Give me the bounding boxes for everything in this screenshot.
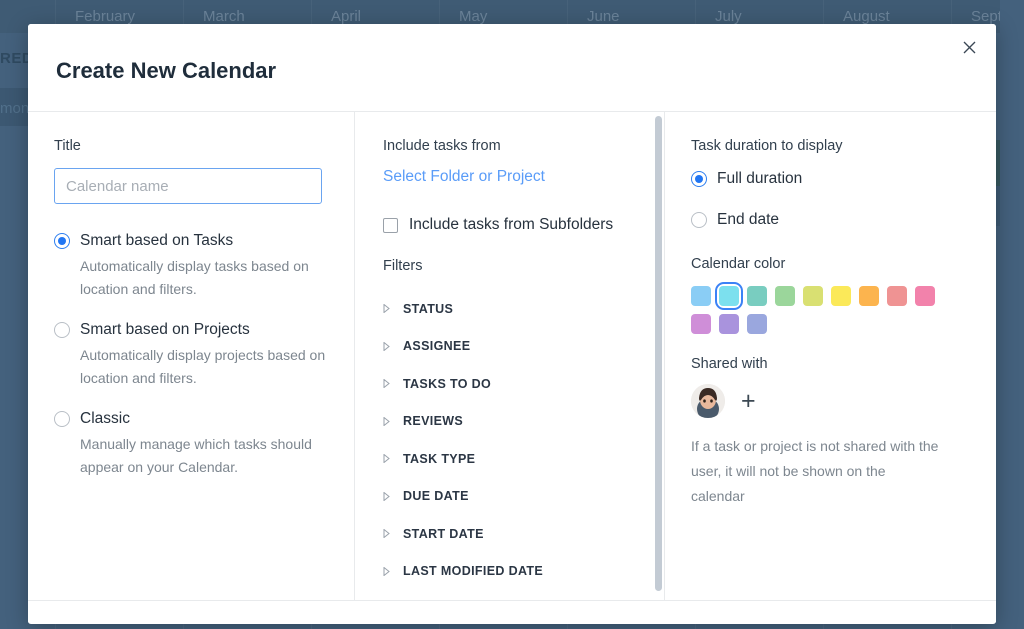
radio-icon[interactable] [691,212,707,228]
filter-row-assignee[interactable]: ASSIGNEE [383,328,638,366]
chevron-right-icon[interactable] [383,528,392,539]
color-swatch-0[interactable] [691,286,711,306]
task-duration-option-1[interactable]: End date [691,209,970,230]
filter-row-tasks-to-do[interactable]: TASKS TO DO [383,365,638,403]
close-icon[interactable] [956,34,982,60]
task-duration-option-0[interactable]: Full duration [691,168,970,189]
color-swatch-1[interactable] [715,282,743,310]
color-swatch-fill[interactable] [831,286,851,306]
color-swatch-fill[interactable] [747,286,767,306]
sharing-hint-text: If a task or project is not shared with … [691,438,939,504]
task-duration-radio-group: Full duration End date [691,168,970,230]
filter-row-status[interactable]: STATUS [383,290,638,328]
calendar-type-option-0[interactable]: Smart based on Tasks [54,230,328,251]
background-right-edge [1000,0,1024,629]
filter-row-due-date[interactable]: DUE DATE [383,478,638,516]
color-swatch-9[interactable] [691,314,711,334]
color-swatch-2[interactable] [747,286,767,306]
calendar-type-option-label: Classic [80,410,130,427]
include-subfolders-checkbox-row[interactable]: Include tasks from Subfolders [383,216,638,234]
calendar-type-option-description: Automatically display projects based on … [80,347,326,386]
chevron-right-icon[interactable] [383,491,392,502]
calendar-type-option-1[interactable]: Smart based on Projects [54,319,328,340]
shared-with-label: Shared with [691,356,768,372]
color-swatch-fill[interactable] [691,286,711,306]
color-swatch-5[interactable] [831,286,851,306]
color-swatch-4[interactable] [803,286,823,306]
color-swatch-fill[interactable] [803,286,823,306]
calendar-type-option-label: Smart based on Projects [80,321,250,338]
calendar-type-option-description: Manually manage which tasks should appea… [80,436,312,475]
chevron-right-icon[interactable] [383,341,392,352]
color-swatch-fill[interactable] [915,286,935,306]
color-swatch-11[interactable] [747,314,767,334]
include-tasks-panel: Include tasks from Select Folder or Proj… [355,112,665,600]
filters-scrollbar-track[interactable] [654,116,664,596]
select-folder-or-project-link[interactable]: Select Folder or Project [383,168,545,186]
radio-selected-icon[interactable] [691,171,707,187]
create-calendar-modal: Create New Calendar Title Smart based on… [28,24,996,624]
color-swatch-fill[interactable] [775,286,795,306]
color-swatch-fill[interactable] [719,286,739,306]
color-swatch-3[interactable] [775,286,795,306]
filter-label: ASSIGNEE [403,339,471,354]
radio-selected-icon[interactable] [54,233,70,249]
filter-row-last-modified-date[interactable]: LAST MODIFIED DATE [383,553,638,591]
title-label: Title [54,138,81,154]
background-mon-label: mon [0,100,30,117]
color-swatch-fill[interactable] [859,286,879,306]
color-swatch-fill[interactable] [691,314,711,334]
color-swatch-fill[interactable] [719,314,739,334]
calendar-color-label: Calendar color [691,256,786,272]
calendar-type-option-description: Automatically display tasks based on loc… [80,258,309,297]
color-swatch-7[interactable] [887,286,907,306]
calendar-type-option-label: Smart based on Tasks [80,232,234,249]
calendar-color-grid [691,282,953,334]
include-subfolders-label: Include tasks from Subfolders [409,216,614,233]
include-subfolders-checkbox[interactable] [383,217,398,233]
display-settings-panel: Task duration to display Full duration En… [665,112,996,600]
filter-row-task-type[interactable]: TASK TYPE [383,440,638,478]
calendar-name-input[interactable] [54,168,322,204]
color-swatch-10[interactable] [719,314,739,334]
task-duration-label: Task duration to display [691,138,843,154]
modal-body: Title Smart based on Tasks Automatically … [28,112,996,600]
filter-label: STATUS [403,301,454,316]
filter-label: DUE DATE [403,489,469,504]
chevron-right-icon[interactable] [383,416,392,427]
chevron-right-icon[interactable] [383,566,392,577]
calendar-type-option-2[interactable]: Classic [54,408,328,429]
color-swatch-6[interactable] [859,286,879,306]
plus-icon[interactable]: + [741,388,756,414]
color-swatch-fill[interactable] [747,314,767,334]
filters-label: Filters [383,258,423,274]
avatar[interactable] [691,384,725,418]
filter-label: START DATE [403,526,484,541]
color-swatch-fill[interactable] [887,286,907,306]
chevron-right-icon[interactable] [383,453,392,464]
modal-header: Create New Calendar [28,24,996,112]
filter-row-start-date[interactable]: START DATE [383,515,638,553]
task-duration-option-label: Full duration [717,170,803,187]
shared-with-row: + [691,384,970,418]
filters-scrollbar-thumb[interactable] [655,116,662,592]
page-title: Create New Calendar [56,58,277,83]
calendar-type-panel: Title Smart based on Tasks Automatically … [28,112,355,600]
radio-icon[interactable] [54,411,70,427]
radio-icon[interactable] [54,322,70,338]
chevron-right-icon[interactable] [383,303,392,314]
color-swatch-8[interactable] [915,286,935,306]
filter-label: REVIEWS [403,414,464,429]
filter-row-reviews[interactable]: REVIEWS [383,403,638,441]
chevron-right-icon[interactable] [383,378,392,389]
filter-label: TASK TYPE [403,451,476,466]
filter-label: TASKS TO DO [403,376,492,391]
modal-footer [28,600,996,623]
calendar-type-radio-group: Smart based on Tasks Automatically displa… [54,230,328,479]
filter-label: LAST MODIFIED DATE [403,564,544,579]
filters-list: STATUS ASSIGNEE TASKS TO DO REVIEWS TASK TYP… [383,290,638,590]
task-duration-option-label: End date [717,211,780,228]
include-tasks-label: Include tasks from [383,138,501,154]
